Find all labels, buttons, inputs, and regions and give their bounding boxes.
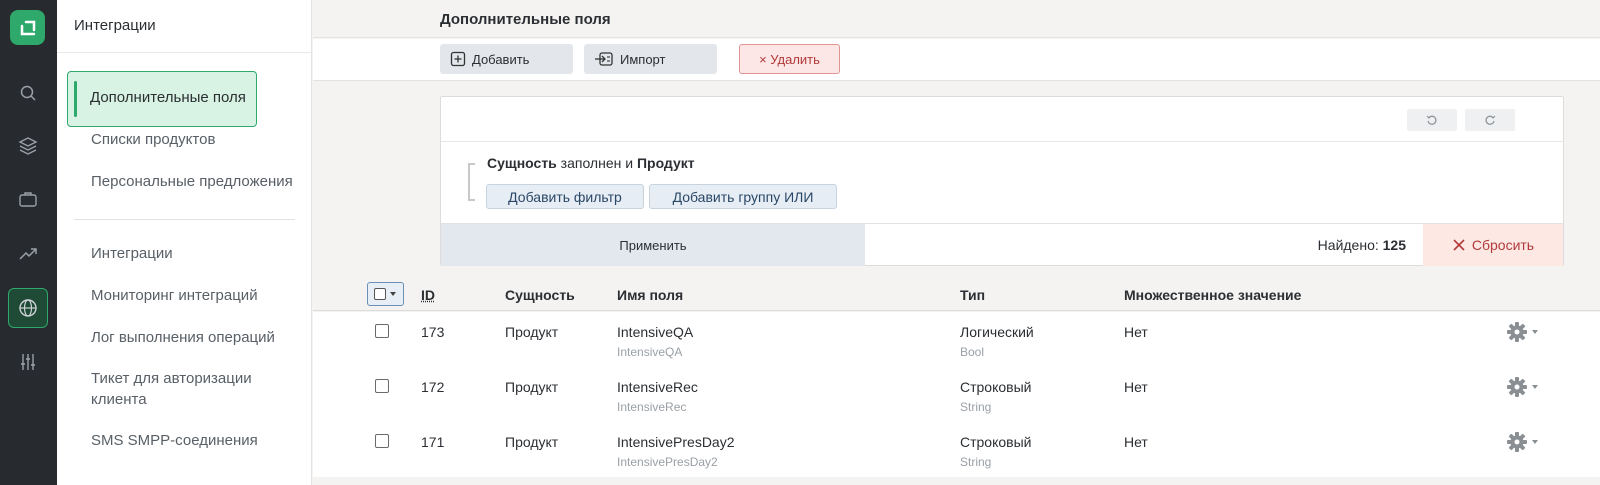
add-button-label: Добавить xyxy=(472,51,530,67)
filter-footer: Применить Найдено: 125 Сбросить xyxy=(441,223,1563,266)
cell-type-code: String xyxy=(960,455,992,469)
filter-condition[interactable]: Сущность заполнен и Продукт xyxy=(487,155,695,171)
gear-icon xyxy=(1507,432,1527,452)
cell-id: 171 xyxy=(421,434,445,450)
search-icon[interactable] xyxy=(8,73,48,113)
select-all-dropdown[interactable] xyxy=(367,282,404,306)
sidebar-item-personal-offers[interactable]: Персональные предложения xyxy=(91,171,296,192)
column-header-field-name: Имя поля xyxy=(617,287,684,303)
add-filter-button[interactable]: Добавить фильтр xyxy=(486,184,644,209)
filter-operator: заполнен и xyxy=(556,155,637,171)
row-actions-menu[interactable] xyxy=(1506,431,1539,453)
cell-field-code: IntensivePresDay2 xyxy=(617,455,718,469)
filter-entity: Сущность xyxy=(487,155,557,171)
import-button-label: Импорт xyxy=(620,51,666,67)
cell-field-code: IntensiveQA xyxy=(617,345,683,359)
table-row[interactable]: 173 Продукт IntensiveQA IntensiveQA Логи… xyxy=(313,312,1600,367)
cell-field-name: IntensiveQA xyxy=(617,324,694,340)
filter-panel-header xyxy=(441,97,1563,142)
gear-icon xyxy=(1507,377,1527,397)
found-label: Найдено: xyxy=(1317,237,1383,253)
sliders-icon[interactable] xyxy=(8,342,48,382)
cell-id: 172 xyxy=(421,379,445,395)
briefcase-icon[interactable] xyxy=(8,179,48,219)
caret-down-icon xyxy=(1532,330,1538,334)
found-value: 125 xyxy=(1382,237,1406,253)
sidebar-title: Интеграции xyxy=(74,17,156,34)
column-header-multiple: Множественное значение xyxy=(1124,287,1302,303)
apply-button[interactable]: Применить xyxy=(441,224,865,266)
cell-entity: Продукт xyxy=(505,324,559,340)
column-header-entity: Сущность xyxy=(505,287,575,303)
cell-type: Строковый xyxy=(960,379,1032,395)
active-indicator xyxy=(74,81,77,117)
globe-icon[interactable] xyxy=(8,288,48,328)
table-row[interactable]: 171 Продукт IntensivePresDay2 IntensiveP… xyxy=(313,422,1600,477)
divider xyxy=(57,52,312,53)
row-actions-menu[interactable] xyxy=(1506,376,1539,398)
reset-label: Сбросить xyxy=(1471,237,1535,253)
cell-entity: Продукт xyxy=(505,434,559,450)
caret-down-icon xyxy=(390,292,396,296)
cell-field-code: IntensiveRec xyxy=(617,400,687,414)
sidebar-item-auth-ticket[interactable]: Тикет для авторизации клиента xyxy=(91,368,271,410)
main-content: Дополнительные поля Добавить Импорт × Уд… xyxy=(313,0,1600,485)
divider xyxy=(74,219,295,220)
add-button[interactable]: Добавить xyxy=(440,44,573,74)
found-count: Найдено: 125 xyxy=(1318,237,1406,253)
plus-square-icon xyxy=(450,51,466,67)
filter-bracket xyxy=(468,163,475,201)
sidebar-item-integrations[interactable]: Интеграции xyxy=(91,243,296,264)
cell-type-code: String xyxy=(960,400,992,414)
cell-type-code: Bool xyxy=(960,345,985,359)
row-checkbox[interactable] xyxy=(375,324,389,338)
cell-multiple: Нет xyxy=(1124,434,1148,450)
undo-icon[interactable] xyxy=(1407,109,1457,131)
import-button[interactable]: Импорт xyxy=(584,44,717,74)
cell-field-name: IntensiveRec xyxy=(617,379,698,395)
import-icon xyxy=(595,52,613,66)
cell-field-name: IntensivePresDay2 xyxy=(617,434,735,450)
cell-type: Строковый xyxy=(960,434,1032,450)
sidebar-item-extra-fields[interactable]: Дополнительные поля xyxy=(67,71,257,127)
toolbar: Добавить Импорт × Удалить xyxy=(313,39,1600,81)
reset-button[interactable]: Сбросить xyxy=(1423,224,1563,266)
sidebar-item-integration-monitoring[interactable]: Мониторинг интеграций xyxy=(91,285,296,306)
icon-rail xyxy=(0,0,57,485)
row-checkbox[interactable] xyxy=(375,379,389,393)
redo-icon[interactable] xyxy=(1465,109,1515,131)
cell-entity: Продукт xyxy=(505,379,559,395)
page-header: Дополнительные поля xyxy=(313,0,1600,38)
caret-down-icon xyxy=(1532,385,1538,389)
delete-button[interactable]: × Удалить xyxy=(739,44,840,74)
gear-icon xyxy=(1507,322,1527,342)
table-row[interactable]: 172 Продукт IntensiveRec IntensiveRec Ст… xyxy=(313,367,1600,422)
sidebar-item-product-lists[interactable]: Списки продуктов xyxy=(91,129,296,150)
table-header: ID Сущность Имя поля Тип Множественное з… xyxy=(313,281,1600,311)
trend-icon[interactable] xyxy=(8,234,48,274)
filter-value: Продукт xyxy=(636,155,695,171)
close-icon xyxy=(1453,239,1465,251)
sidebar-item-label: Дополнительные поля xyxy=(90,89,246,106)
add-or-group-button[interactable]: Добавить группу ИЛИ xyxy=(649,184,837,209)
cell-multiple: Нет xyxy=(1124,379,1148,395)
filter-panel: Сущность заполнен и Продукт Добавить фил… xyxy=(440,96,1564,266)
caret-down-icon xyxy=(1532,440,1538,444)
row-checkbox[interactable] xyxy=(375,434,389,448)
cell-id: 173 xyxy=(421,324,445,340)
sidebar-item-sms-smpp[interactable]: SMS SMPP-соединения xyxy=(91,430,296,451)
layers-icon[interactable] xyxy=(8,126,48,166)
sidebar-item-operations-log[interactable]: Лог выполнения операций xyxy=(91,327,296,348)
cell-type: Логический xyxy=(960,324,1034,340)
cell-multiple: Нет xyxy=(1124,324,1148,340)
select-all-checkbox[interactable] xyxy=(374,288,386,300)
column-header-id[interactable]: ID xyxy=(421,287,435,303)
logo-icon[interactable] xyxy=(10,10,45,45)
page-title: Дополнительные поля xyxy=(440,11,611,28)
row-actions-menu[interactable] xyxy=(1506,321,1539,343)
column-header-type: Тип xyxy=(960,287,986,303)
section-sidebar: Интеграции Дополнительные поля Списки пр… xyxy=(57,0,312,485)
